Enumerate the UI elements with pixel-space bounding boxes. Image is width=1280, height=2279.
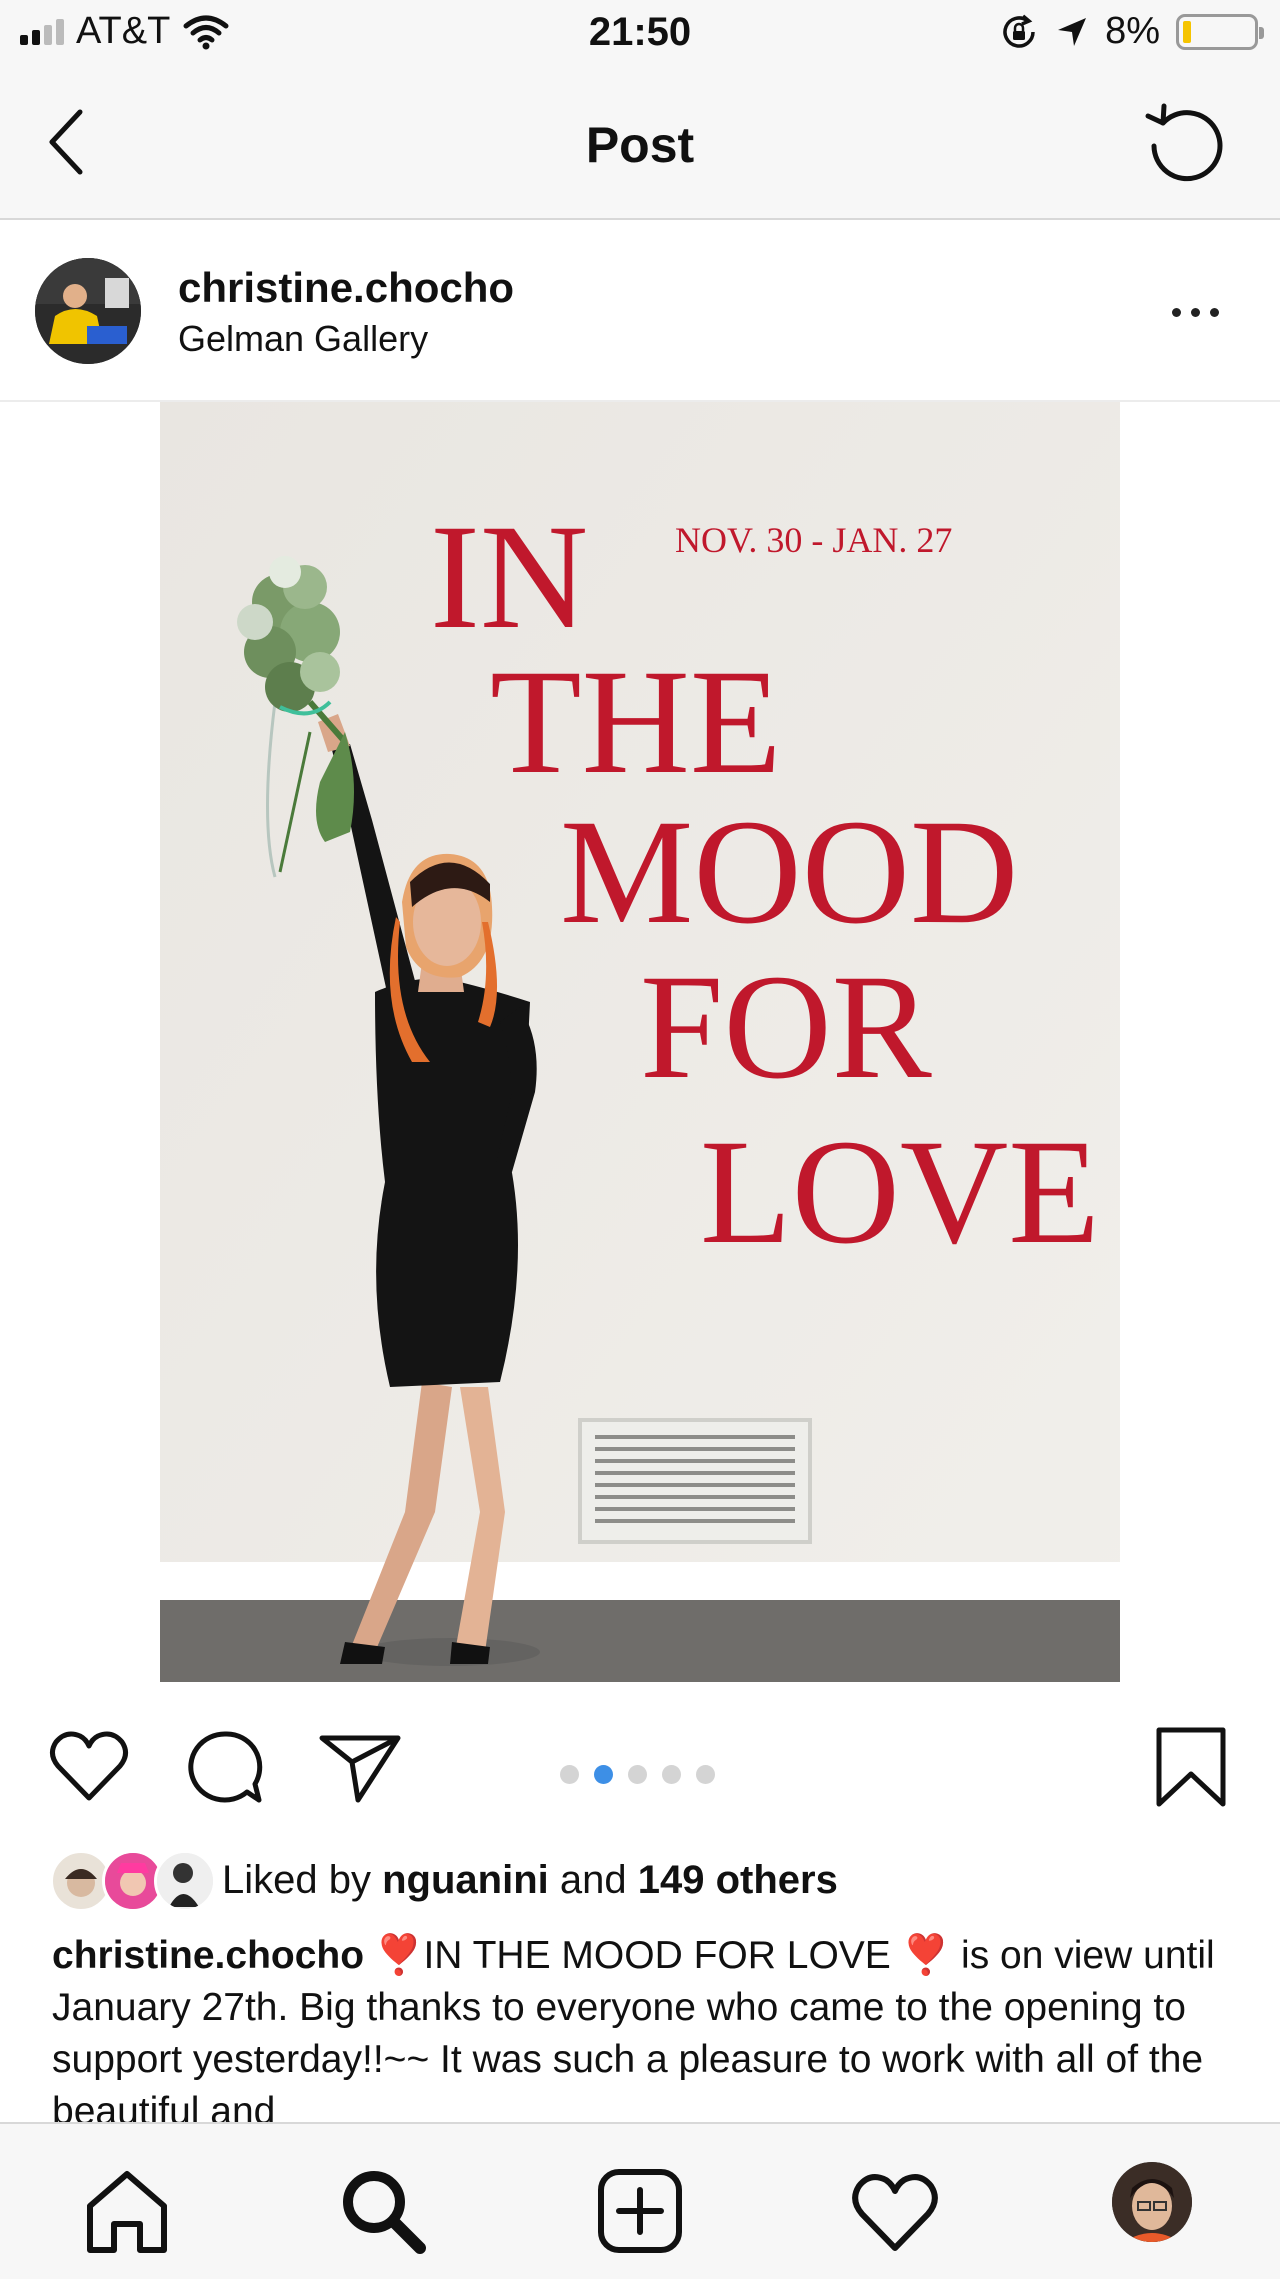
tab-bar bbox=[0, 2122, 1280, 2279]
share-send-icon[interactable] bbox=[318, 1730, 403, 1805]
wall-title-line: FOR bbox=[640, 944, 932, 1110]
likes-middle: and bbox=[548, 1857, 638, 1902]
page-title: Post bbox=[585, 117, 695, 173]
orientation-lock-icon bbox=[1003, 14, 1035, 48]
post-header: christine.chocho Gelman Gallery bbox=[0, 220, 1280, 402]
location-arrow-icon bbox=[1058, 17, 1087, 46]
avatar-image bbox=[35, 258, 141, 364]
post-location[interactable]: Gelman Gallery bbox=[178, 318, 428, 360]
likes-count[interactable]: 149 others bbox=[638, 1858, 838, 1903]
carousel-dot bbox=[662, 1765, 681, 1784]
wall-title-line: LOVE bbox=[700, 1109, 1100, 1275]
activity-heart-icon[interactable] bbox=[850, 2166, 940, 2256]
liker-avatars bbox=[50, 1850, 216, 1912]
wall-title-line: MOOD bbox=[560, 789, 1018, 955]
caption-title: IN THE MOOD FOR LOVE bbox=[423, 1934, 891, 1977]
wall-title-line: THE bbox=[490, 639, 782, 805]
like-heart-icon[interactable] bbox=[48, 1728, 130, 1803]
profile-avatar[interactable] bbox=[1112, 2162, 1192, 2242]
post-photo[interactable]: NOV. 30 - JAN. 27 IN THE MOOD FOR LOVE bbox=[160, 402, 1120, 1682]
likes-row[interactable]: Liked by nguanini and 149 others bbox=[50, 1850, 838, 1912]
search-icon[interactable] bbox=[338, 2166, 428, 2256]
carousel-dot bbox=[628, 1765, 647, 1784]
user-avatar[interactable] bbox=[35, 258, 141, 364]
likes-prefix: Liked by bbox=[222, 1857, 383, 1902]
post-username[interactable]: christine.chocho bbox=[178, 264, 514, 312]
liked-by-user[interactable]: nguanini bbox=[382, 1858, 549, 1903]
post-actions bbox=[0, 1700, 1280, 1830]
save-bookmark-icon[interactable] bbox=[1155, 1726, 1227, 1808]
heart-exclamation-emoji: ❣️ bbox=[901, 1934, 951, 1977]
profile-avatar-image bbox=[1112, 2162, 1192, 2242]
more-options-icon[interactable] bbox=[1172, 300, 1232, 324]
status-bar: AT&T 21:50 8% bbox=[0, 0, 1280, 70]
carousel-indicator bbox=[560, 1765, 715, 1784]
battery-icon bbox=[1176, 13, 1264, 50]
comment-icon[interactable] bbox=[185, 1728, 265, 1808]
liker-avatar bbox=[154, 1850, 216, 1912]
navigation-bar: Post bbox=[0, 70, 1280, 220]
heart-exclamation-emoji: ❣️ bbox=[374, 1934, 424, 1977]
new-post-icon[interactable] bbox=[595, 2166, 685, 2256]
refresh-icon[interactable] bbox=[1142, 98, 1232, 188]
status-right: 8% bbox=[999, 10, 1264, 53]
caption-username[interactable]: christine.chocho bbox=[52, 1934, 364, 1977]
wall-vent bbox=[578, 1418, 812, 1544]
photo-scene: NOV. 30 - JAN. 27 IN THE MOOD FOR LOVE bbox=[160, 402, 1120, 1682]
wall-dates: NOV. 30 - JAN. 27 bbox=[675, 520, 952, 560]
carousel-dot-active bbox=[594, 1765, 613, 1784]
carousel-dot bbox=[696, 1765, 715, 1784]
post-caption: christine.chocho ❣️IN THE MOOD FOR LOVE … bbox=[52, 1930, 1232, 2125]
home-icon[interactable] bbox=[82, 2166, 172, 2256]
carousel-dot bbox=[560, 1765, 579, 1784]
battery-percent: 8% bbox=[1105, 10, 1160, 52]
wall-title-line: IN bbox=[430, 494, 588, 660]
